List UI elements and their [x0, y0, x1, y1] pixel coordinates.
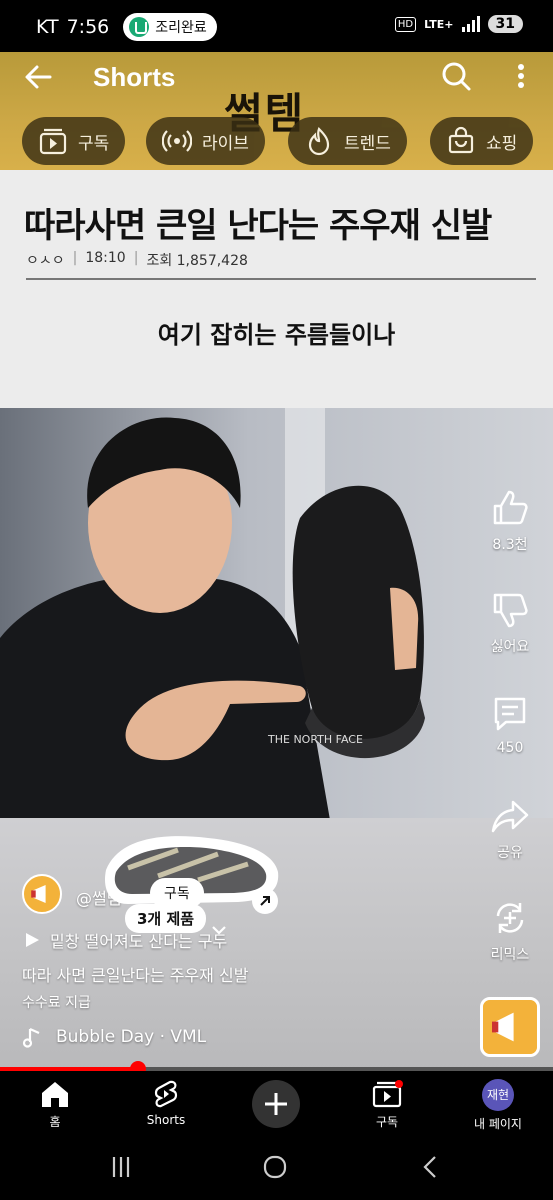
page-title: Shorts: [93, 62, 176, 92]
shopping-bag-icon: [448, 126, 474, 154]
chip-label: 쇼핑: [486, 133, 518, 154]
shorts-video-player[interactable]: 따라사면 큰일 난다는 주우재 신발 ㅇㅅㅇ | 18:10 | 조회 1,85…: [0, 170, 553, 1070]
dislike-button[interactable]: 싫어요: [480, 590, 540, 656]
hd-voice-icon: HD: [394, 16, 417, 32]
home-circle-icon[interactable]: [260, 1153, 290, 1181]
share-button[interactable]: 공유: [480, 796, 540, 862]
bottom-navigation: 홈 Shorts 구독 재현 내 페이지: [0, 1071, 553, 1133]
video-frame-illustration: THE NORTH FACE: [0, 408, 425, 820]
profile-avatar: 재현: [482, 1079, 514, 1111]
create-button[interactable]: [252, 1080, 300, 1128]
subscriptions-icon: [39, 128, 67, 155]
battery-indicator: 31: [487, 15, 523, 33]
comments-button[interactable]: 450: [480, 694, 540, 756]
music-row[interactable]: Bubble Day · VML: [22, 1026, 206, 1048]
notification-label: 조리완료: [155, 20, 207, 36]
svg-text:THE NORTH FACE: THE NORTH FACE: [267, 733, 363, 746]
system-back-icon[interactable]: [416, 1153, 446, 1181]
shorts-icon: [154, 1080, 178, 1108]
article-time: 18:10: [85, 250, 126, 266]
carrier-label: KT: [36, 16, 59, 38]
sponsored-label: 수수료 지급: [22, 995, 91, 1011]
back-arrow-icon[interactable]: [22, 60, 56, 94]
more-options-icon[interactable]: [509, 60, 533, 92]
comment-icon: [494, 697, 526, 731]
share-label: 공유: [497, 845, 523, 861]
system-navigation-bar: [0, 1133, 553, 1200]
chip-label: 트렌드: [344, 133, 391, 154]
nav-label: Shorts: [146, 1113, 186, 1127]
like-button[interactable]: 8.3천: [480, 488, 540, 554]
notification-pill[interactable]: 조리완료: [123, 13, 217, 41]
chip-subscriptions[interactable]: 구독: [22, 117, 126, 165]
nav-profile[interactable]: 재현 내 페이지: [453, 1079, 543, 1132]
article-author: ㅇㅅㅇ: [26, 253, 65, 269]
article-meta: ㅇㅅㅇ | 18:10 | 조회 1,857,428: [26, 250, 536, 280]
remix-button[interactable]: 리믹스: [480, 898, 540, 964]
chip-trending[interactable]: 트렌드: [288, 117, 407, 165]
chip-label: 라이브: [202, 133, 249, 154]
live-icon: [162, 130, 192, 152]
music-note-icon: [22, 1027, 40, 1048]
nav-home[interactable]: 홈: [10, 1079, 100, 1130]
nav-shorts[interactable]: Shorts: [121, 1079, 211, 1127]
like-count: 8.3천: [492, 537, 528, 553]
plus-icon: [265, 1093, 287, 1115]
remix-icon: [496, 903, 524, 933]
video-frame: THE NORTH FACE: [0, 408, 553, 820]
chip-live[interactable]: 라이브: [146, 117, 265, 165]
remix-label: 리믹스: [490, 947, 530, 963]
nav-label: 구독: [375, 1115, 399, 1129]
chip-shopping[interactable]: 쇼핑: [430, 117, 534, 165]
chevron-down-icon[interactable]: [211, 924, 227, 936]
article-views: 조회 1,857,428: [146, 253, 248, 269]
home-icon: [42, 1082, 68, 1107]
playlist-title: 밑창 떨어져도 산다는 구두: [50, 932, 228, 951]
thumbs-up-icon: [493, 490, 528, 525]
nav-subscriptions[interactable]: 구독: [342, 1079, 432, 1130]
sound-thumbnail[interactable]: [480, 997, 540, 1057]
timer-icon: [129, 17, 150, 37]
dislike-label: 싫어요: [490, 639, 530, 655]
channel-avatar[interactable]: [22, 874, 62, 914]
nav-label: 내 페이지: [474, 1117, 522, 1131]
status-bar: KT 7:56 조리완료 HD LTE+ 31: [0, 0, 553, 52]
playlist-row[interactable]: 밑창 떨어져도 산다는 구두: [24, 928, 227, 952]
external-link-icon[interactable]: [252, 888, 278, 914]
network-type: LTE+: [424, 17, 454, 31]
thumbs-down-icon: [493, 593, 528, 628]
shorts-header: Shorts 썰템 구독 라이브 트렌드 쇼핑: [0, 52, 553, 170]
nav-label: 홈: [49, 1115, 61, 1129]
search-icon[interactable]: [440, 60, 472, 92]
recent-apps-icon[interactable]: [106, 1153, 136, 1181]
comment-count: 450: [496, 740, 524, 756]
share-icon: [491, 800, 529, 833]
music-title: Bubble Day · VML: [56, 1027, 207, 1047]
signal-icon: [461, 16, 480, 32]
trending-icon: [308, 127, 330, 156]
video-subtitle: 여기 잡히는 주름들이나: [157, 321, 396, 349]
clock: 7:56: [66, 16, 110, 38]
play-icon: [26, 933, 39, 947]
chip-label: 구독: [78, 133, 110, 154]
subscriptions-nav-icon: [372, 1080, 403, 1108]
video-caption[interactable]: 따라 사면 큰일난다는 주우재 신발: [22, 962, 248, 986]
video-headline: 따라사면 큰일 난다는 주우재 신발: [24, 206, 492, 246]
